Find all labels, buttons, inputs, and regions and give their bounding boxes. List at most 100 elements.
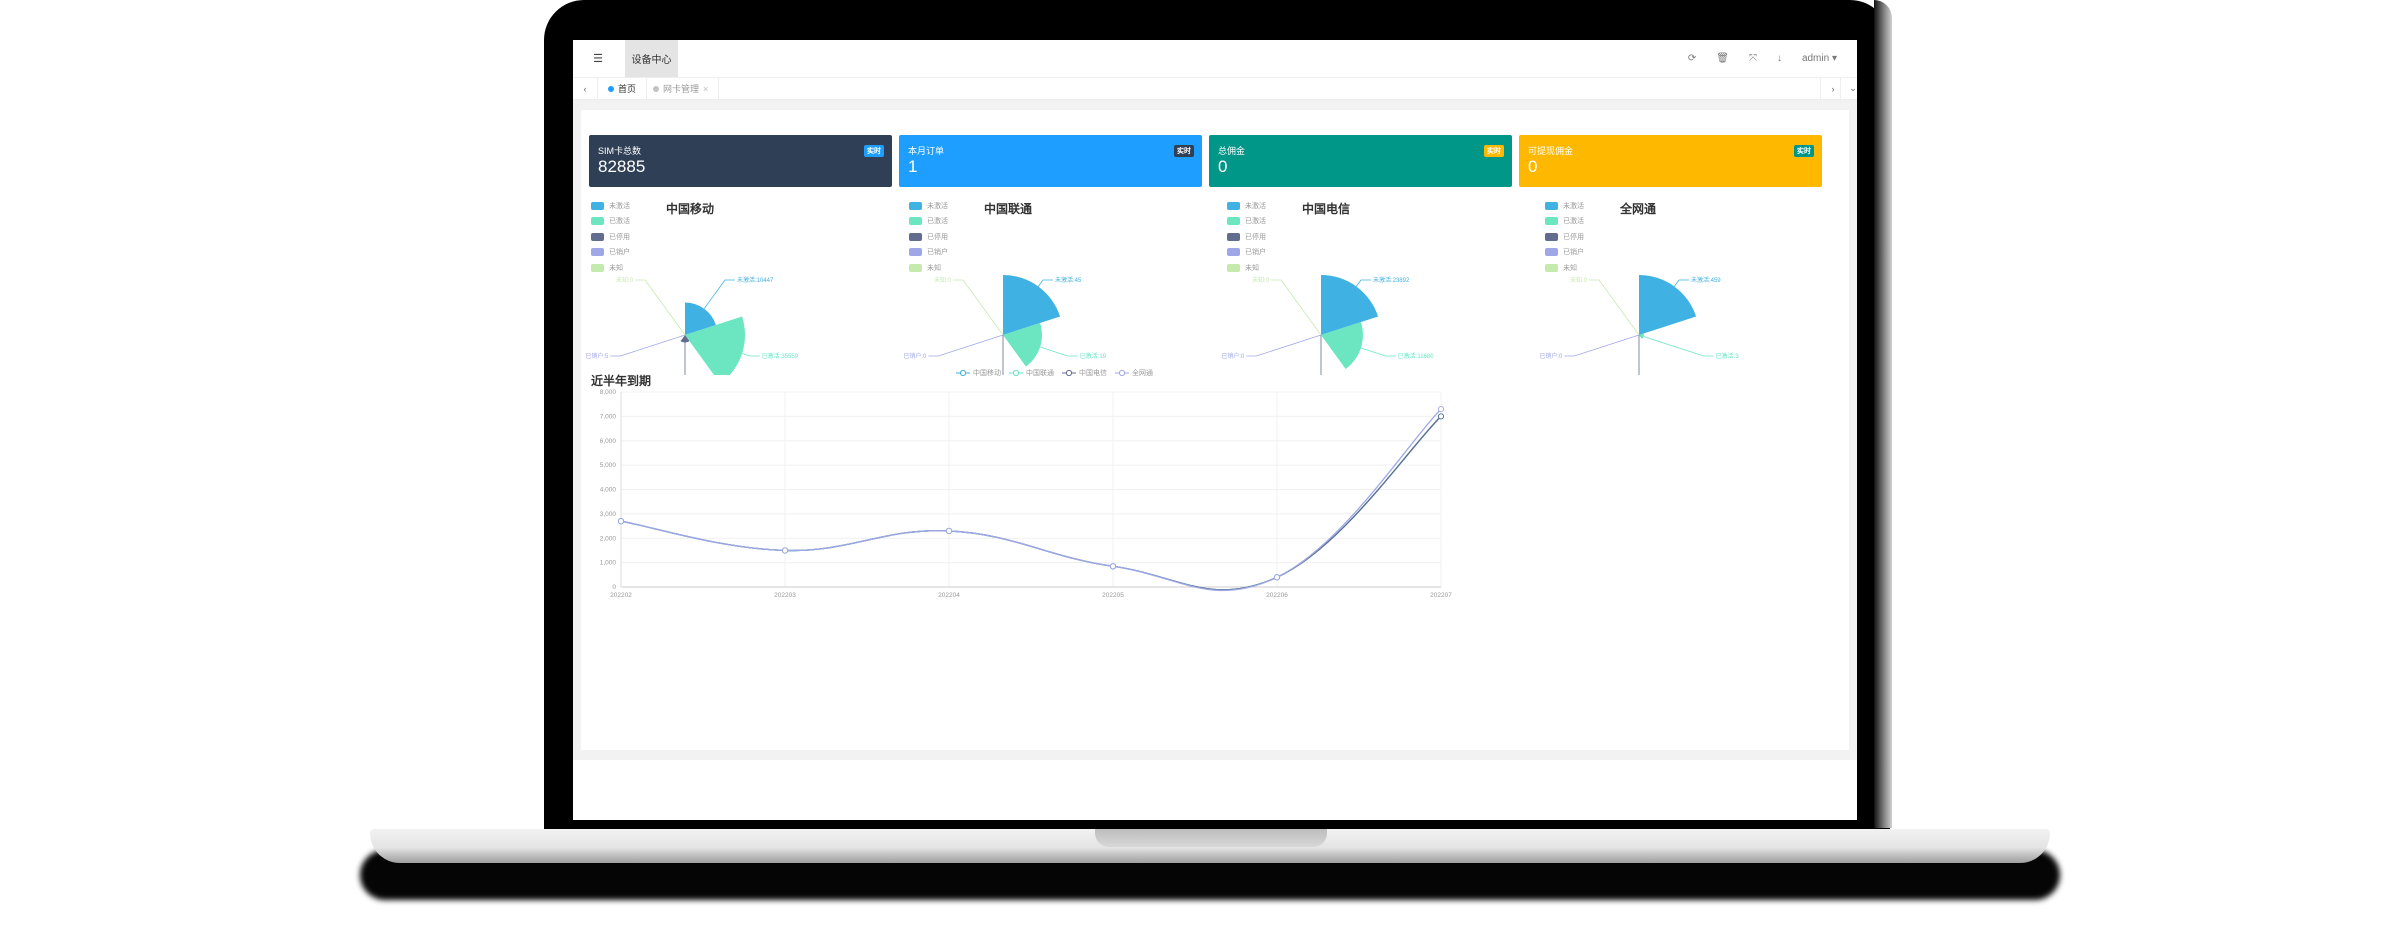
- data-label: 未激活:10447: [737, 276, 774, 284]
- legend-item[interactable]: 中国移动: [956, 368, 1001, 378]
- tab-card-management[interactable]: 网卡管理 ×: [643, 78, 720, 99]
- realtime-badge: 实时: [864, 145, 884, 157]
- fullscreen-icon[interactable]: ⤧: [1749, 53, 1757, 64]
- tab-label: 网卡管理: [663, 84, 700, 94]
- card-title: 本月订单: [908, 146, 945, 156]
- label-line: [1039, 346, 1078, 357]
- y-tick-label: 5,000: [600, 462, 617, 469]
- stat-card-month-orders: 本月订单 1 实时: [899, 135, 1202, 187]
- label-line: [1564, 334, 1640, 357]
- legend-item[interactable]: 中国电信: [1062, 368, 1107, 378]
- label-line: [1271, 279, 1322, 336]
- top-header: ☰ 设备中心 ⟳ 🗑 ⤧ ↓ admin ▾: [573, 40, 1857, 78]
- legend-item[interactable]: 中国联通: [1009, 368, 1054, 378]
- data-label: 未知:0: [1570, 276, 1588, 284]
- legend-label: 中国移动: [973, 370, 1001, 377]
- data-point: [1437, 413, 1445, 420]
- card-value: 0: [1528, 157, 1538, 176]
- data-label: 未激活:459: [1691, 276, 1721, 284]
- label-line: [1355, 279, 1371, 287]
- label-line: [1246, 334, 1322, 357]
- data-label: 已销户:0: [903, 352, 927, 360]
- line-chart: 0 1,000 2,000 3,000 4,000 5,000 6,000 7,000 8,00…: [600, 389, 1453, 599]
- data-label: 已激活:11680: [1398, 352, 1435, 360]
- data-point: [1273, 574, 1281, 581]
- label-line: [1037, 279, 1053, 287]
- pie-chart-panel: 未激活已激活已停用已销户未知全网通未激活:459已激活:3已停用:0已销户:0未…: [1535, 200, 1845, 375]
- y-tick-label: 3,000: [600, 511, 617, 518]
- stat-card-withdrawable-commission: 可提现佣金 0 实时: [1519, 135, 1822, 187]
- y-tick-label: 4,000: [600, 487, 617, 494]
- data-label: 未知:0: [934, 276, 952, 284]
- nav-tab-device-center[interactable]: 设备中心: [625, 40, 678, 77]
- trash-icon[interactable]: 🗑: [1716, 53, 1729, 64]
- y-tick-label: 1,000: [600, 560, 617, 567]
- laptop-bezel-edge: [1874, 0, 1892, 828]
- menu-indent-icon[interactable]: ☰: [573, 40, 623, 77]
- label-line: [684, 342, 686, 375]
- legend-item[interactable]: 全网通: [1115, 368, 1153, 378]
- header-actions: ⟳ 🗑 ⤧ ↓ admin ▾: [1688, 40, 1837, 77]
- x-tick-label: 202207: [1430, 592, 1452, 599]
- label-line: [1638, 335, 1640, 375]
- legend-line-circle-icon: [1009, 369, 1023, 377]
- pie-chart-panel: 未激活已激活已停用已销户未知中国联通未激活:45已激活:19已停用:0已销户:0…: [899, 200, 1209, 375]
- legend-label: 中国电信: [1079, 370, 1107, 377]
- data-label: 已销户:0: [1539, 352, 1563, 360]
- label-line: [1643, 336, 1714, 357]
- data-label: 未知:0: [1252, 276, 1270, 284]
- legend-label: 中国联通: [1026, 370, 1054, 377]
- user-name: admin: [1801, 53, 1830, 64]
- x-tick-label: 202202: [610, 592, 632, 599]
- series-line: [620, 415, 1442, 591]
- pie-chart-panel: 未激活已激活已停用已销户未知中国电信未激活:23892已激活:11680已停用:…: [1217, 200, 1527, 375]
- label-line: [635, 279, 686, 336]
- download-icon[interactable]: ↓: [1777, 53, 1782, 64]
- tab-home[interactable]: 首页: [598, 78, 648, 99]
- x-tick-label: 202205: [1102, 592, 1124, 599]
- stat-card-sim-total: SIM卡总数 82885 实时: [589, 135, 892, 187]
- inactive-dot-icon: [653, 85, 659, 92]
- pie-slice: [1639, 275, 1697, 335]
- label-line: [1589, 279, 1640, 336]
- card-value: 1: [908, 157, 918, 176]
- data-point: [1109, 563, 1117, 570]
- legend-label: 全网通: [1132, 370, 1153, 377]
- refresh-icon[interactable]: ⟳: [1688, 53, 1696, 64]
- data-label: 已激活:3: [1716, 352, 1740, 360]
- user-menu[interactable]: admin ▾: [1802, 53, 1837, 64]
- label-line: [928, 334, 1004, 357]
- data-label: 已销户:5: [585, 352, 609, 360]
- chevron-down-icon: ▾: [1831, 53, 1837, 64]
- series-line: [620, 415, 1442, 591]
- tabs-more-button[interactable]: ⌄: [1840, 78, 1857, 99]
- y-tick-label: 6,000: [600, 438, 617, 445]
- label-line: [953, 279, 1004, 336]
- data-label: 未激活:23892: [1373, 276, 1410, 284]
- data-point: [1437, 406, 1445, 413]
- close-icon[interactable]: ×: [703, 84, 708, 94]
- data-label: 已销户:0: [1221, 352, 1245, 360]
- x-tick-label: 202206: [1266, 592, 1288, 599]
- line-chart-legend: 中国移动 中国联通 中国电信 全网通: [956, 368, 1153, 378]
- card-value: 82885: [598, 157, 646, 176]
- tabs-prev-button[interactable]: ‹: [573, 78, 598, 99]
- realtime-badge: 实时: [1484, 145, 1504, 157]
- data-point: [781, 547, 789, 554]
- label-line: [1673, 279, 1689, 287]
- y-tick-label: 2,000: [600, 535, 617, 542]
- legend-line-circle-icon: [1115, 369, 1129, 377]
- data-label: 未知:0: [616, 276, 634, 284]
- y-tick-label: 0: [612, 584, 616, 591]
- realtime-badge: 实时: [1174, 145, 1194, 157]
- x-tick-label: 202203: [774, 592, 796, 599]
- pie-chart-svg: 未激活:10447已激活:35559已停用:574已销户:5未知:0: [585, 276, 799, 375]
- data-label: 已激活:35559: [762, 352, 799, 360]
- pie-chart-svg: 未激活:459已激活:3已停用:0已销户:0未知:0: [1539, 275, 1740, 375]
- label-line: [1360, 347, 1396, 357]
- data-point: [945, 527, 953, 534]
- dashboard-content: SIM卡总数 82885 实时 本月订单 1 实时 总佣金 0 实时 可提现佣金…: [581, 110, 1849, 750]
- active-dot-icon: [608, 85, 614, 92]
- data-label: 未激活:45: [1055, 276, 1082, 284]
- laptop-notch: [1095, 829, 1327, 847]
